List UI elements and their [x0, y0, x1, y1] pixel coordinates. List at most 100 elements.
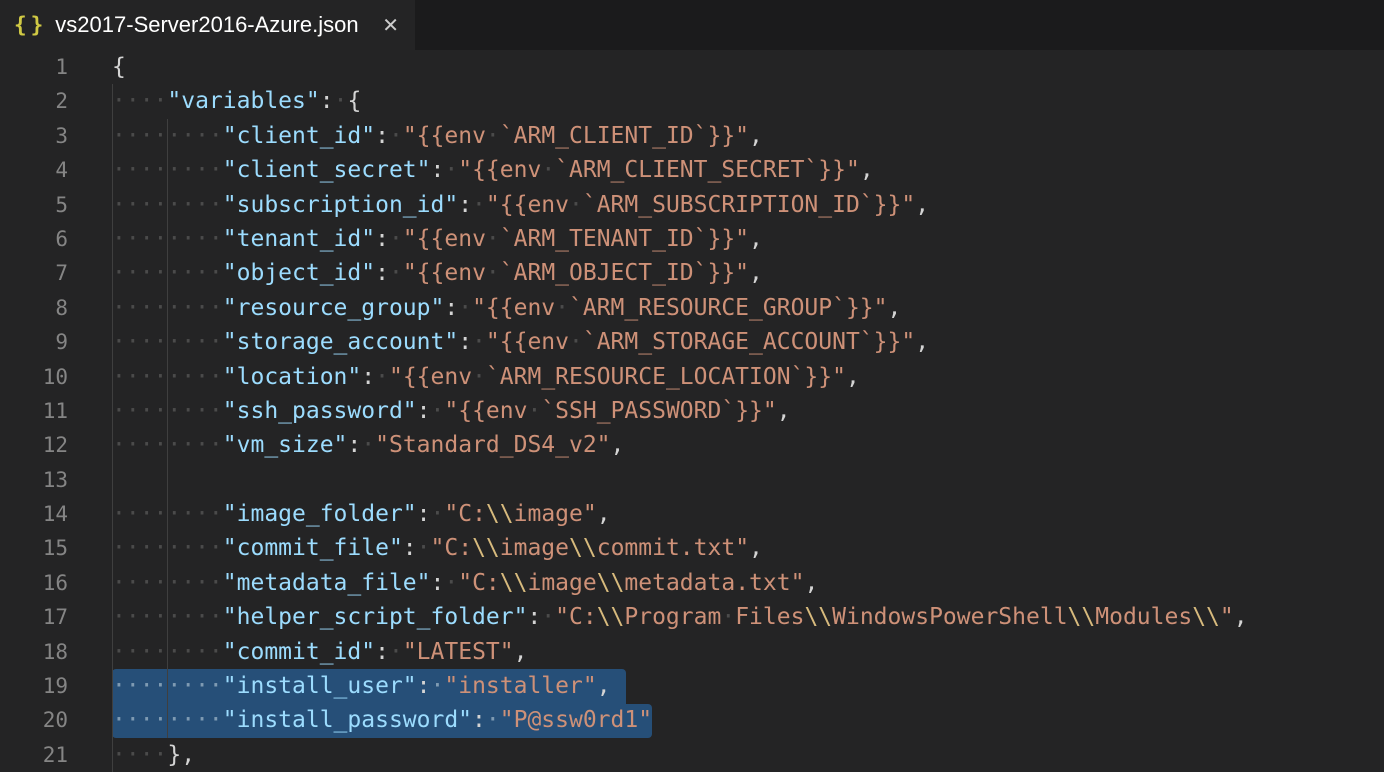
token-str: `ARM_CLIENT_SECRET`}}" — [555, 157, 860, 183]
token-punct: : — [375, 639, 389, 665]
token-str: " — [1220, 604, 1234, 630]
token-punct: : — [458, 329, 472, 355]
indent-guide — [167, 635, 168, 669]
indent-guide — [112, 394, 113, 428]
code-line-6[interactable]: 6········"tenant_id":·"{{env·`ARM_TENANT… — [0, 222, 1384, 256]
indent-guide — [167, 600, 168, 634]
indent-guide — [112, 222, 113, 256]
token-str: `ARM_STORAGE_ACCOUNT`}}" — [583, 329, 915, 355]
code-line-8[interactable]: 8········"resource_group":·"{{env·`ARM_R… — [0, 291, 1384, 325]
code-line-11[interactable]: 11········"ssh_password":·"{{env·`SSH_PA… — [0, 394, 1384, 428]
token-str: "Standard_DS4_v2" — [375, 432, 610, 458]
code-line-13[interactable]: 13 — [0, 463, 1384, 497]
code-line-10[interactable]: 10········"location":·"{{env·`ARM_RESOUR… — [0, 360, 1384, 394]
token-str: image" — [514, 501, 597, 527]
code-line-17[interactable]: 17········"helper_script_folder":·"C:\\P… — [0, 600, 1384, 634]
line-number: 11 — [0, 394, 68, 428]
token-esc: \\ — [1192, 604, 1220, 630]
token-punct: { — [112, 54, 126, 80]
token-punct: , — [804, 570, 818, 596]
token-key: "metadata_file" — [223, 570, 431, 596]
indent-guide — [167, 256, 168, 290]
token-key: "helper_script_folder" — [223, 604, 528, 630]
indent-guide — [167, 325, 168, 359]
token-str: "{{env — [486, 192, 569, 218]
indent-guide — [112, 497, 113, 531]
indent-guide — [167, 360, 168, 394]
token-punct: : — [444, 295, 458, 321]
whitespace-dots: · — [541, 157, 555, 183]
line-number: 21 — [0, 738, 68, 772]
token-punct: : — [375, 226, 389, 252]
code-content: ········"metadata_file":·"C:\\image\\met… — [112, 566, 818, 600]
indent-guide — [167, 153, 168, 187]
code-content: ········"client_secret":·"{{env·`ARM_CLI… — [112, 153, 874, 187]
token-key: "variables" — [167, 88, 319, 114]
line-number: 7 — [0, 256, 68, 290]
code-content: ········"storage_account":·"{{env·`ARM_S… — [112, 325, 929, 359]
whitespace-dots: · — [527, 398, 541, 424]
code-content: ········"tenant_id":·"{{env·`ARM_TENANT_… — [112, 222, 763, 256]
code-line-1[interactable]: 1{ — [0, 50, 1384, 84]
token-key: "client_secret" — [223, 157, 431, 183]
code-line-7[interactable]: 7········"object_id":·"{{env·`ARM_OBJECT… — [0, 256, 1384, 290]
whitespace-dots: · — [486, 260, 500, 286]
editor[interactable]: 1{2····"variables":·{3········"client_id… — [0, 50, 1384, 772]
code-line-12[interactable]: 12········"vm_size":·"Standard_DS4_v2", — [0, 428, 1384, 462]
whitespace-dots: · — [334, 88, 348, 114]
token-str: Modules — [1095, 604, 1192, 630]
code-line-9[interactable]: 9········"storage_account":·"{{env·`ARM_… — [0, 325, 1384, 359]
line-number: 12 — [0, 428, 68, 462]
token-key: "client_id" — [223, 123, 375, 149]
token-str: "P@ssw0rd1" — [500, 707, 652, 733]
line-number: 2 — [0, 84, 68, 118]
whitespace-dots: · — [555, 295, 569, 321]
code-line-16[interactable]: 16········"metadata_file":·"C:\\image\\m… — [0, 566, 1384, 600]
code-content: ········"install_user":·"installer", — [112, 669, 611, 703]
code-content: ········"client_id":·"{{env·`ARM_CLIENT_… — [112, 119, 763, 153]
whitespace-dots: · — [458, 295, 472, 321]
whitespace-dots: ···· — [112, 88, 167, 114]
indent-guide — [112, 84, 113, 118]
token-str: "{{env — [403, 226, 486, 252]
code-line-19[interactable]: 19········"install_user":·"installer", — [0, 669, 1384, 703]
indent-guide — [112, 428, 113, 462]
code-line-18[interactable]: 18········"commit_id":·"LATEST", — [0, 635, 1384, 669]
code-line-5[interactable]: 5········"subscription_id":·"{{env·`ARM_… — [0, 188, 1384, 222]
code-line-21[interactable]: 21 ····}, — [0, 738, 1384, 772]
token-punct: , — [915, 329, 929, 355]
code-line-14[interactable]: 14········"image_folder":·"C:\\image", — [0, 497, 1384, 531]
tab-title: vs2017-Server2016-Azure.json — [55, 12, 358, 38]
token-str: "C: — [431, 535, 473, 561]
code-line-20[interactable]: 20········"install_password":·"P@ssw0rd1… — [0, 703, 1384, 737]
indent-guide — [167, 703, 168, 737]
code-line-4[interactable]: 4········"client_secret":·"{{env·`ARM_CL… — [0, 153, 1384, 187]
token-str: `ARM_SUBSCRIPTION_ID`}}" — [583, 192, 915, 218]
token-punct: : — [375, 123, 389, 149]
line-number: 8 — [0, 291, 68, 325]
indent-guide — [167, 394, 168, 428]
close-icon[interactable]: ✕ — [382, 15, 399, 35]
code-content: ········"install_password":·"P@ssw0rd1" — [112, 703, 652, 737]
token-punct: , — [749, 260, 763, 286]
token-str: image — [500, 535, 569, 561]
line-number: 17 — [0, 600, 68, 634]
indent-guide — [167, 428, 168, 462]
whitespace-dots: · — [389, 639, 403, 665]
tab-vs2017-server2016-azure-json[interactable]: {} vs2017-Server2016-Azure.json ✕ — [0, 0, 415, 50]
token-punct: : — [472, 707, 486, 733]
code-line-3[interactable]: 3········"client_id":·"{{env·`ARM_CLIENT… — [0, 119, 1384, 153]
indent-guide — [167, 531, 168, 565]
token-str: image — [527, 570, 596, 596]
indent-guide — [167, 669, 168, 703]
code-line-2[interactable]: 2····"variables":·{ — [0, 84, 1384, 118]
token-str: `SSH_PASSWORD`}}" — [541, 398, 776, 424]
whitespace-dots: · — [721, 604, 735, 630]
token-punct: : — [417, 673, 431, 699]
token-str: `ARM_OBJECT_ID`}}" — [500, 260, 749, 286]
token-str: commit.txt" — [597, 535, 749, 561]
line-number: 18 — [0, 635, 68, 669]
code-line-15[interactable]: 15········"commit_file":·"C:\\image\\com… — [0, 531, 1384, 565]
code-content: ····}, — [112, 738, 195, 772]
whitespace-dots: · — [444, 570, 458, 596]
